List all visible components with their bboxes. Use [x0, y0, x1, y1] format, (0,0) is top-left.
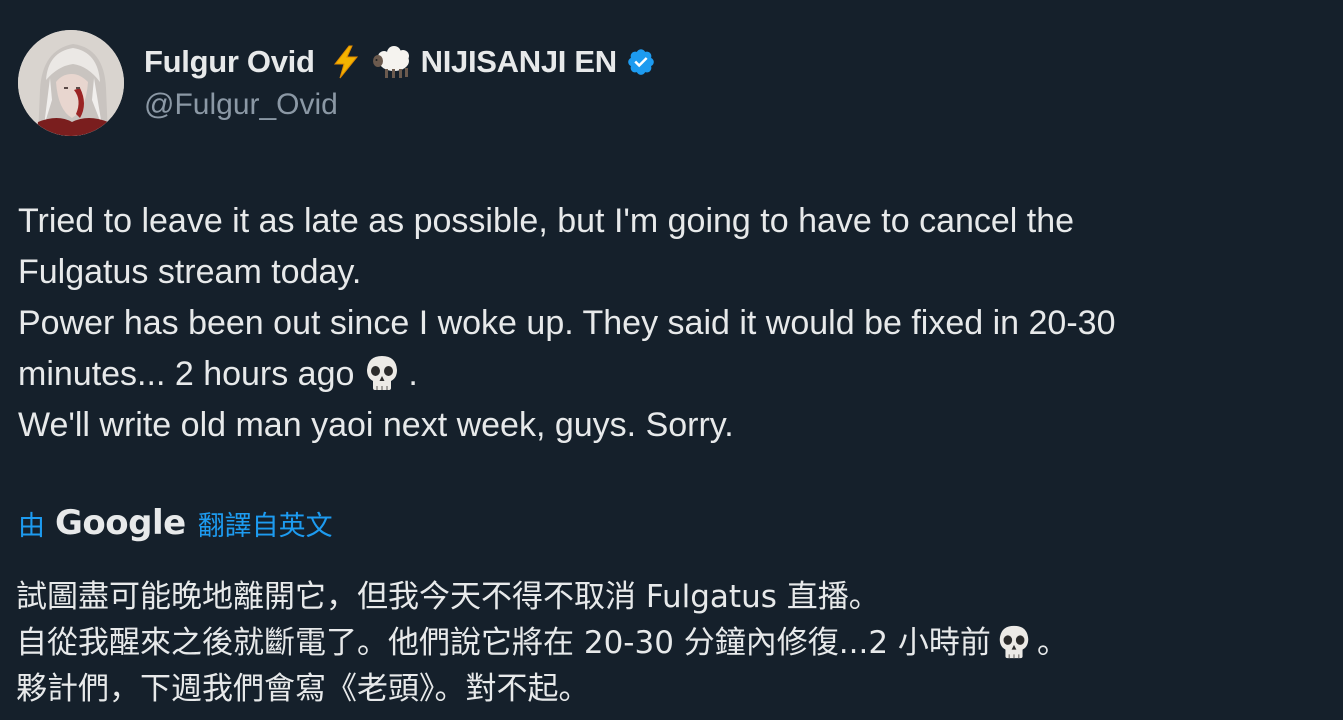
tweet-line: minutes... 2 hours ago .: [18, 349, 1318, 400]
translated-line-text: 自從我醒來之後就斷電了。他們說它將在 20-30 分鐘內修復...2 小時前: [16, 625, 991, 661]
translation-label[interactable]: 翻譯自英文: [198, 504, 333, 543]
tweet-line-text: .: [408, 355, 418, 393]
skull-icon: [362, 353, 402, 393]
verified-badge-icon[interactable]: [625, 46, 657, 78]
translated-line-text: 。: [1036, 625, 1068, 661]
translated-text: 試圖盡可能晚地離開它，但我今天不得不取消 Fulgatus 直播。 自從我醒來之…: [16, 574, 1326, 712]
tweet-header: Fulgur Ovid NIJISANJI EN @Fulgur_Ovid: [18, 30, 657, 136]
translation-prefix: 由: [18, 510, 45, 541]
author-handle[interactable]: @Fulgur_Ovid: [144, 88, 657, 122]
avatar[interactable]: [18, 30, 124, 136]
author-names: Fulgur Ovid NIJISANJI EN @Fulgur_Ovid: [144, 42, 657, 122]
tweet-line: Power has been out since I woke up. They…: [18, 304, 1116, 342]
translated-line: 試圖盡可能晚地離開它，但我今天不得不取消 Fulgatus 直播。: [16, 579, 880, 615]
tweet-line: Fulgatus stream today.: [18, 253, 362, 291]
google-logo: Google: [55, 503, 186, 543]
translated-line: 夥計們，下週我們會寫《老頭》。對不起。: [16, 671, 590, 707]
translation-attribution[interactable]: 由 Google 翻譯自英文: [18, 500, 333, 546]
name-row[interactable]: Fulgur Ovid NIJISANJI EN: [144, 42, 657, 82]
sheep-icon: [371, 44, 415, 80]
tweet-line: Tried to leave it as late as possible, b…: [18, 202, 1075, 240]
display-name[interactable]: Fulgur Ovid: [144, 44, 315, 80]
skull-icon: [995, 623, 1033, 661]
org-name[interactable]: NIJISANJI EN: [421, 44, 618, 80]
translated-line: 自從我醒來之後就斷電了。他們說它將在 20-30 分鐘內修復...2 小時前 。: [16, 620, 1326, 666]
tweet-line: We'll write old man yaoi next week, guys…: [18, 406, 734, 444]
tweet-line-text: minutes... 2 hours ago: [18, 355, 355, 393]
lightning-icon: [329, 44, 363, 80]
tweet-text: Tried to leave it as late as possible, b…: [18, 196, 1318, 451]
tweet-card: Fulgur Ovid NIJISANJI EN @Fulgur_Ovid Tr…: [0, 0, 1343, 720]
